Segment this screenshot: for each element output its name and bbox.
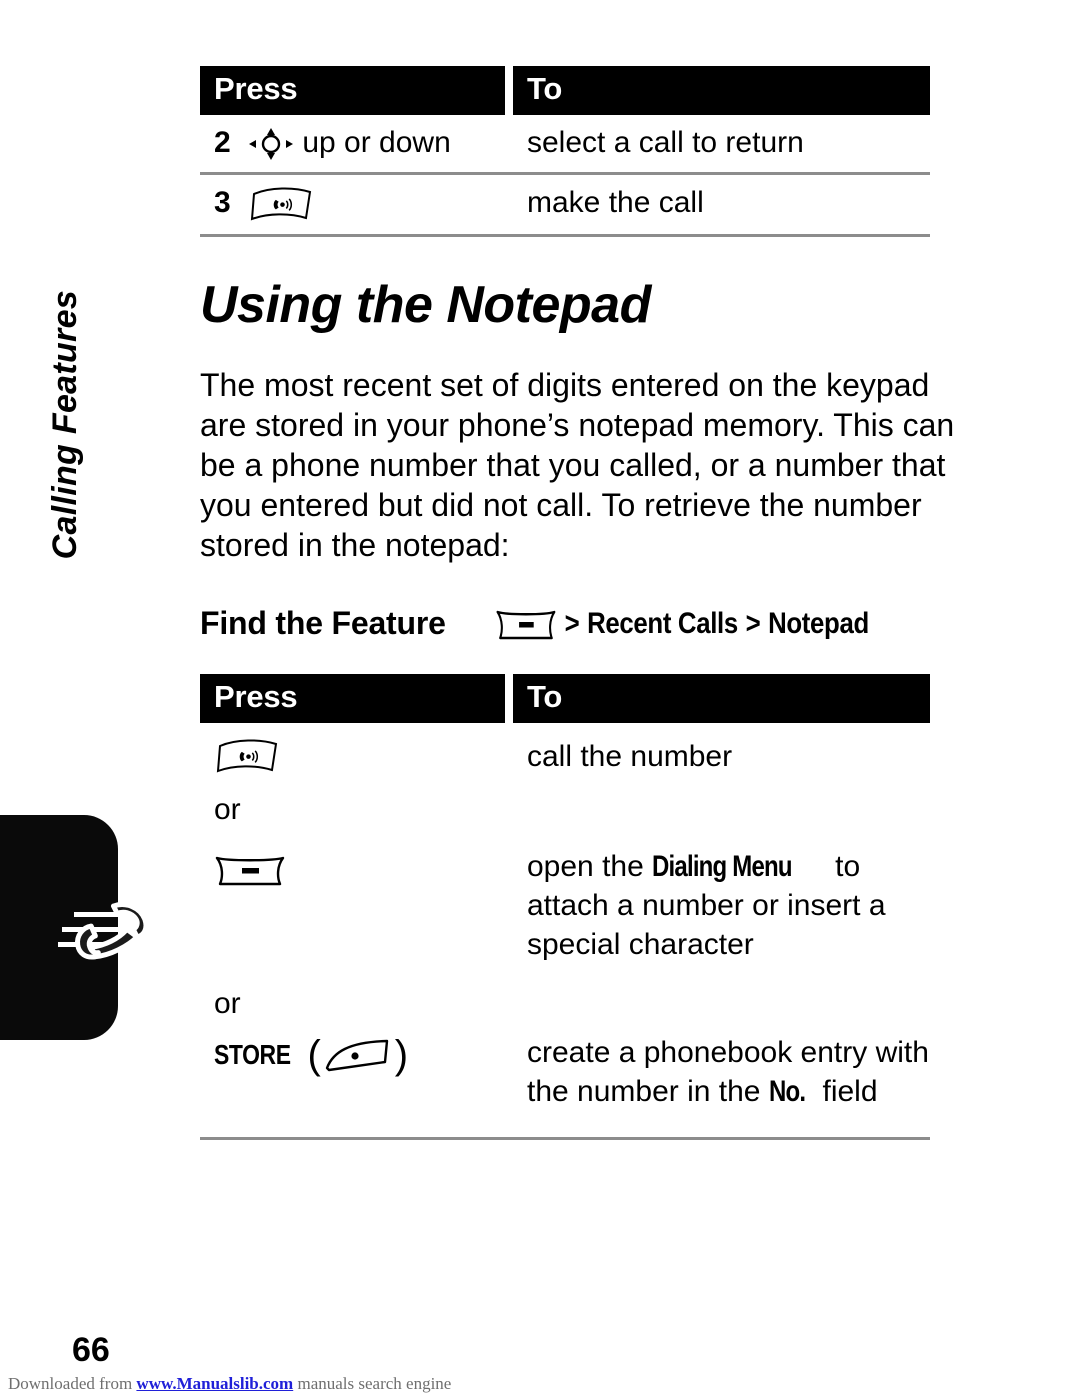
body-paragraph: The most recent set of digits entered on… [200,366,955,564]
to-cell-empty [513,974,930,1023]
press-cell: 3 [200,173,505,237]
find-the-feature-label: Find the Feature [200,605,446,642]
menu-key-icon [214,853,286,887]
row-gap [505,833,513,975]
path-separator: > [564,606,580,640]
send-key-icon [214,736,280,776]
path-segment-recent-calls: Recent Calls [587,606,739,640]
column-divider [505,674,513,723]
running-head: Calling Features [46,290,106,590]
content-column: Press To 2 up or down select a call to r… [200,0,954,1141]
to-text-prefix: open the [527,850,653,884]
running-head-label: Calling Features [46,290,84,560]
page-number: 66 [72,1331,110,1369]
to-cell-empty [513,786,930,833]
footer-prefix: Downloaded from [8,1374,137,1393]
column-header-to: To [513,66,930,115]
table-row: call the number [200,722,930,787]
manualslib-link[interactable]: www.Manualslib.com [136,1374,293,1393]
column-divider [505,66,513,115]
column-header-press: Press [200,674,505,723]
send-key-icon [248,184,314,224]
footer-credit: Downloaded from www.Manualslib.com manua… [8,1374,451,1394]
row-gap [505,1023,513,1141]
table-row: 2 up or down select a call to return [200,114,930,175]
press-cell [200,723,505,786]
press-to-table-bottom: Press To call the number or open the Dia… [200,674,930,1141]
to-cell: select a call to return [513,114,930,175]
row-gap [505,722,513,787]
find-the-feature: Find the Feature > Recent Calls > Notepa… [200,605,930,642]
nav-key-icon [248,127,294,161]
find-the-feature-path: > Recent Calls > Notepad [495,607,869,641]
or-separator: or [214,987,241,1021]
press-label: up or down [302,125,451,159]
step-number: 3 [214,185,231,219]
to-cell: make the call [513,173,930,237]
table-row-or: or [200,974,930,1024]
press-cell: STORE ( ) [200,1023,505,1141]
to-cell: call the number [527,739,733,773]
press-to-table-top: Press To 2 up or down select a call to r… [200,66,930,237]
to-text-bold: Dialing Menu [652,850,793,884]
path-separator: > [745,606,761,640]
manual-page: Calling Features Press To 2 up or down s… [0,0,1080,1397]
table-header-row: Press To [200,66,930,115]
press-cell: 2 up or down [200,114,505,175]
column-header-to: To [513,674,930,723]
menu-key-icon [495,607,557,641]
to-text-bold: No. [768,1075,806,1109]
step-number: 2 [214,125,231,159]
store-label: STORE [214,1039,291,1071]
row-gap [505,786,513,834]
paren-open: ( [307,1033,321,1078]
softkey-icon [321,1036,395,1076]
table-row-or: or [200,786,930,834]
column-header-press: Press [200,66,505,115]
table-row: open the Dialing Menu to attach a number… [200,833,930,975]
to-text-suffix: field [814,1075,878,1109]
row-gap [505,114,513,175]
footer-suffix: manuals search engine [293,1374,452,1393]
page-title: Using the Notepad [200,275,651,334]
path-segment-notepad: Notepad [768,606,870,640]
or-separator: or [214,793,241,827]
row-gap [505,173,513,237]
to-cell: create a phonebook entry with the number… [513,1023,930,1141]
table-row: 3 make the call [200,173,930,237]
paren-close: ) [394,1033,409,1078]
row-gap [505,974,513,1024]
table-header-row: Press To [200,674,930,723]
press-cell [200,833,505,974]
table-row: STORE ( ) create a phonebook entry with t… [200,1023,930,1141]
to-cell: open the Dialing Menu to attach a number… [513,833,930,974]
ringing-phone-icon [58,890,178,990]
